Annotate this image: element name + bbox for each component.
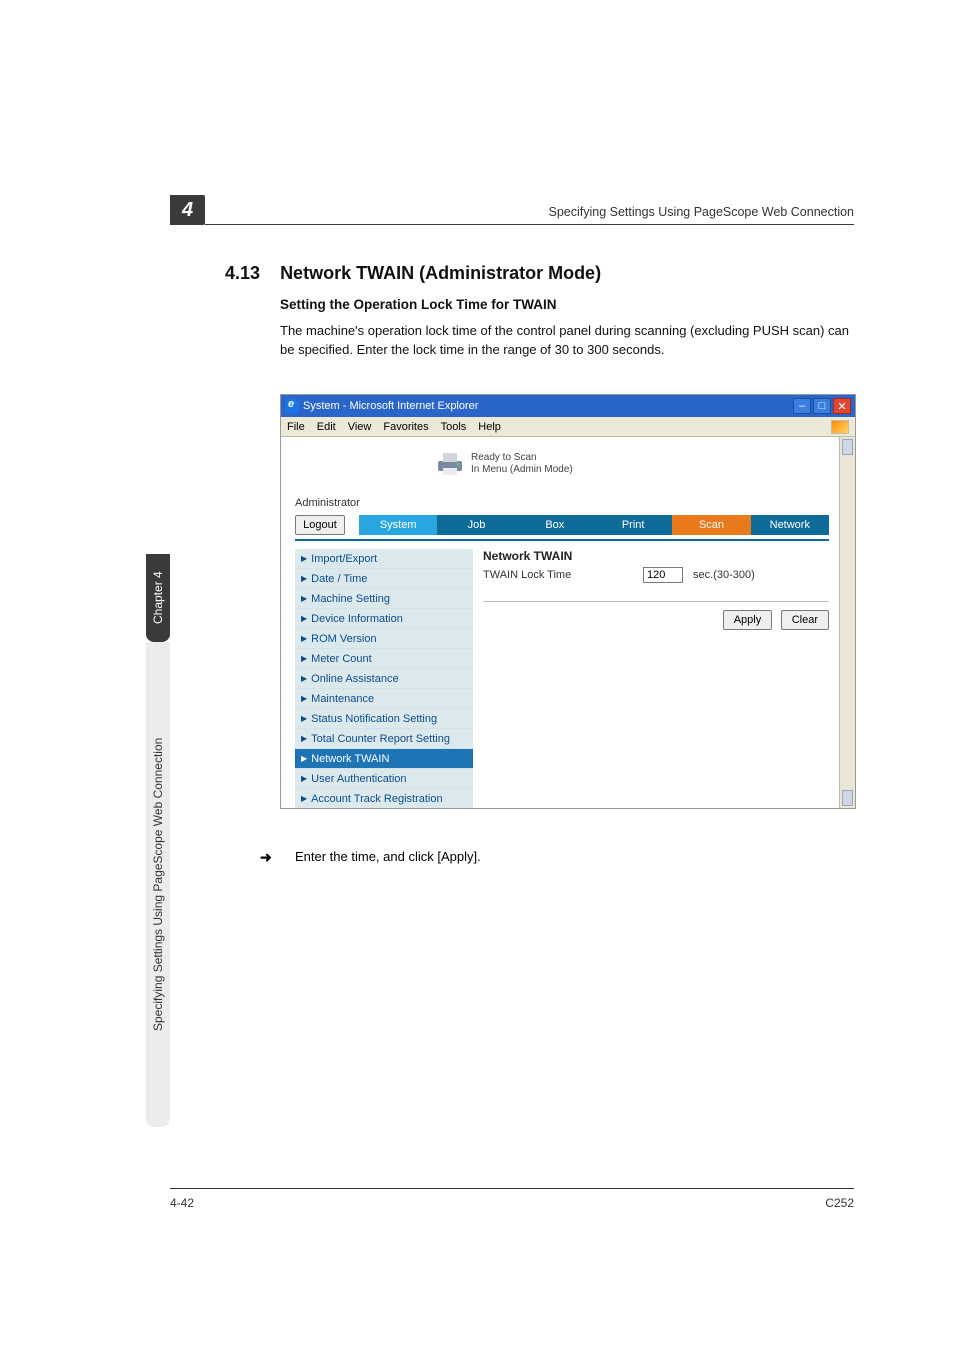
running-header: Specifying Settings Using PageScope Web … bbox=[548, 205, 854, 219]
twain-lock-time-input[interactable] bbox=[643, 567, 683, 583]
step-arrow-icon: ➜ bbox=[260, 849, 272, 866]
ie-icon bbox=[285, 399, 299, 413]
nav-total-counter-report-setting[interactable]: Total Counter Report Setting bbox=[295, 729, 473, 749]
window-maximize-button[interactable]: □ bbox=[813, 398, 831, 414]
nav-online-assistance[interactable]: Online Assistance bbox=[295, 669, 473, 689]
tab-system[interactable]: System bbox=[359, 515, 437, 535]
nav-network-twain[interactable]: Network TWAIN bbox=[295, 749, 473, 769]
separator bbox=[483, 601, 829, 602]
section-heading: Network TWAIN (Administrator Mode) bbox=[280, 263, 601, 283]
footer-rule bbox=[170, 1188, 854, 1189]
section-number: 4.13 bbox=[225, 263, 260, 283]
body-paragraph: The machine's operation lock time of the… bbox=[280, 322, 854, 360]
printer-icon bbox=[435, 451, 465, 477]
window-minimize-button[interactable]: – bbox=[793, 398, 811, 414]
nav-user-authentication[interactable]: User Authentication bbox=[295, 769, 473, 789]
window-titlebar: System - Microsoft Internet Explorer – □… bbox=[281, 395, 855, 417]
window-close-button[interactable]: ✕ bbox=[833, 398, 851, 414]
tab-print[interactable]: Print bbox=[594, 515, 672, 535]
menu-file[interactable]: File bbox=[287, 421, 305, 433]
tab-job[interactable]: Job bbox=[437, 515, 515, 535]
nav-maintenance[interactable]: Maintenance bbox=[295, 689, 473, 709]
screenshot: System - Microsoft Internet Explorer – □… bbox=[280, 394, 856, 809]
chapter-tab: 4 bbox=[170, 195, 205, 225]
nav-device-information[interactable]: Device Information bbox=[295, 609, 473, 629]
side-tab-section: Specifying Settings Using PageScope Web … bbox=[146, 642, 170, 1127]
menu-edit[interactable]: Edit bbox=[317, 421, 336, 433]
main-pane: Network TWAIN TWAIN Lock Time sec.(30-30… bbox=[483, 549, 829, 630]
tab-underline bbox=[295, 539, 829, 541]
side-tab-chapter: Chapter 4 bbox=[146, 554, 170, 642]
section-title: 4.13 Network TWAIN (Administrator Mode) bbox=[225, 263, 601, 284]
nav-account-track-registration[interactable]: Account Track Registration bbox=[295, 789, 473, 808]
nav-meter-count[interactable]: Meter Count bbox=[295, 649, 473, 669]
menu-tools[interactable]: Tools bbox=[441, 421, 467, 433]
nav-date-time[interactable]: Date / Time bbox=[295, 569, 473, 589]
subsection-title: Setting the Operation Lock Time for TWAI… bbox=[280, 297, 557, 312]
primary-tabs: System Job Box Print Scan Network bbox=[359, 515, 829, 535]
role-label: Administrator bbox=[295, 497, 360, 509]
menu-help[interactable]: Help bbox=[478, 421, 501, 433]
nav-import-export[interactable]: Import/Export bbox=[295, 549, 473, 569]
footer-model: C252 bbox=[825, 1196, 854, 1210]
ie-menubar: File Edit View Favorites Tools Help bbox=[281, 417, 855, 437]
nav-machine-setting[interactable]: Machine Setting bbox=[295, 589, 473, 609]
ie-throbber-icon bbox=[831, 420, 849, 434]
tab-network[interactable]: Network bbox=[751, 515, 829, 535]
nav-status-notification-setting[interactable]: Status Notification Setting bbox=[295, 709, 473, 729]
tab-scan[interactable]: Scan bbox=[672, 515, 750, 535]
twain-lock-time-unit: sec.(30-300) bbox=[693, 569, 755, 581]
status-line-1: Ready to Scan bbox=[471, 452, 573, 464]
page-content: Ready to Scan In Menu (Admin Mode) Admin… bbox=[281, 437, 855, 808]
clear-button[interactable]: Clear bbox=[781, 610, 829, 630]
menu-view[interactable]: View bbox=[348, 421, 372, 433]
window-title: System - Microsoft Internet Explorer bbox=[303, 400, 478, 412]
step-text: Enter the time, and click [Apply]. bbox=[295, 849, 481, 864]
main-pane-title: Network TWAIN bbox=[483, 549, 829, 563]
chapter-rule bbox=[205, 224, 854, 225]
status-line-2: In Menu (Admin Mode) bbox=[471, 464, 573, 476]
menu-favorites[interactable]: Favorites bbox=[383, 421, 428, 433]
nav-rom-version[interactable]: ROM Version bbox=[295, 629, 473, 649]
tab-box[interactable]: Box bbox=[516, 515, 594, 535]
twain-lock-time-label: TWAIN Lock Time bbox=[483, 569, 633, 581]
footer-page-number: 4-42 bbox=[170, 1196, 194, 1210]
logout-button[interactable]: Logout bbox=[295, 515, 345, 535]
apply-button[interactable]: Apply bbox=[723, 610, 773, 630]
scrollbar[interactable] bbox=[839, 437, 855, 808]
left-nav: Import/Export Date / Time Machine Settin… bbox=[295, 549, 473, 808]
